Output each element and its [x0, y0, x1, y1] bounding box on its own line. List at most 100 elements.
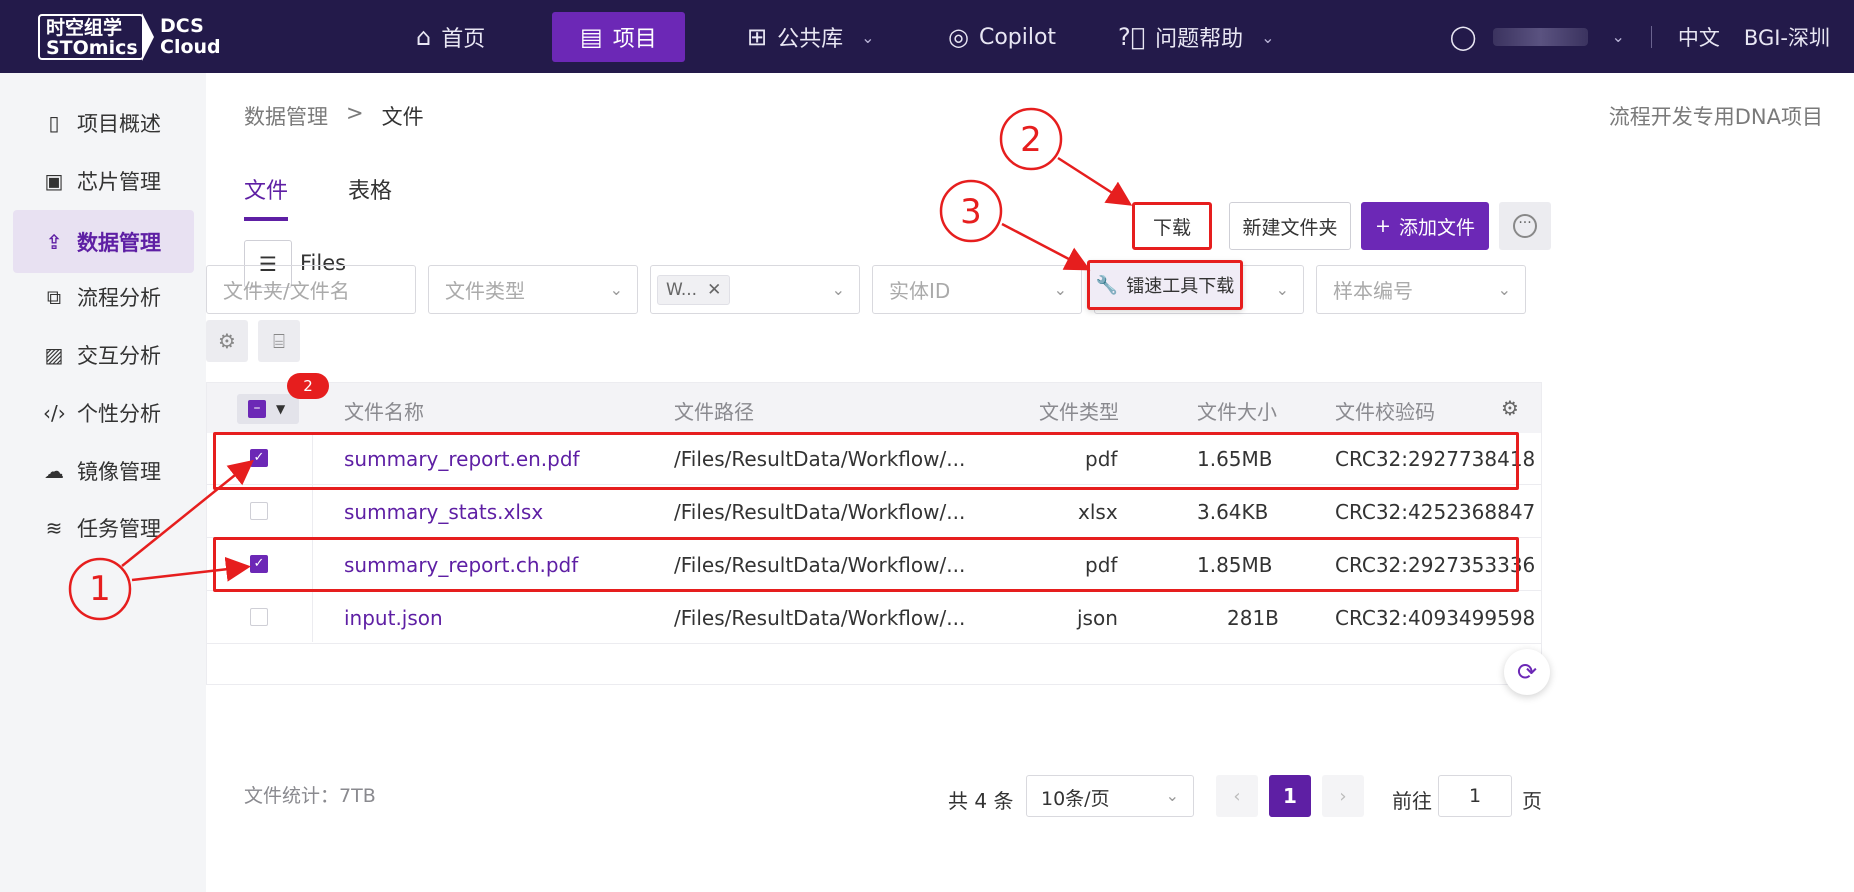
- row-checkbox[interactable]: ✓: [250, 449, 268, 467]
- accel-download-menu-item[interactable]: 🔧 镭速工具下载: [1087, 260, 1243, 310]
- file-name-link[interactable]: summary_report.ch.pdf: [344, 553, 578, 577]
- settings-filter-button[interactable]: ⚙: [206, 320, 248, 362]
- copilot-icon: ◎: [948, 23, 969, 51]
- username-blurred[interactable]: [1492, 27, 1588, 46]
- file-checksum: CRC32:4252368847: [1335, 500, 1536, 524]
- file-name-link[interactable]: summary_report.en.pdf: [344, 447, 580, 471]
- file-size: 281B: [1227, 606, 1279, 630]
- filter-name-input[interactable]: 文件夹/文件名: [206, 265, 416, 314]
- file-stats: 文件统计：7TB: [244, 785, 376, 807]
- goto-page-input[interactable]: 1: [1438, 775, 1512, 817]
- more-options-button[interactable]: ···: [1499, 202, 1551, 250]
- sidebar-item-image[interactable]: ☁ 镜像管理: [13, 439, 194, 502]
- prev-page-button[interactable]: ‹: [1216, 775, 1258, 817]
- download-button[interactable]: 下载: [1132, 202, 1212, 250]
- clear-filter-button[interactable]: ⌸: [258, 320, 300, 362]
- logo-arrow: [142, 13, 154, 61]
- file-path: /Files/ResultData/Workflow/...: [674, 447, 966, 471]
- user-avatar-icon[interactable]: ◯: [1450, 23, 1477, 51]
- col-header-size[interactable]: 文件大小: [1197, 396, 1277, 425]
- logo-dcs: DCS: [160, 15, 204, 37]
- col-header-type[interactable]: 文件类型: [1039, 396, 1119, 425]
- filter-entity-select[interactable]: 实体ID ⌄: [872, 265, 1082, 314]
- sidebar-item-label: 任务管理: [77, 516, 161, 541]
- sidebar-item-label: 交互分析: [77, 343, 161, 368]
- sidebar-item-data[interactable]: ⇪ 数据管理: [13, 210, 194, 273]
- select-all-control[interactable]: – ▼: [237, 394, 299, 424]
- sidebar-item-task[interactable]: ≋ 任务管理: [13, 496, 194, 559]
- sidebar-item-interactive[interactable]: ▨ 交互分析: [13, 323, 194, 386]
- table-row[interactable]: ✓ summary_report.ch.pdf /Files/ResultDat…: [207, 539, 1541, 591]
- chevron-down-icon: ⌄: [609, 280, 623, 299]
- refresh-icon: ⟳: [1516, 658, 1538, 686]
- breadcrumb: 数据管理 > 文件: [244, 101, 424, 131]
- nav-copilot[interactable]: ◎ Copilot: [948, 12, 1056, 62]
- table-row[interactable]: input.json /Files/ResultData/Workflow/..…: [207, 592, 1541, 644]
- nav-help[interactable]: ?⃝ 问题帮助 ⌄: [1118, 12, 1275, 62]
- docker-icon: ☁: [44, 458, 64, 483]
- filter-sample-select[interactable]: 样本编号 ⌄: [1316, 265, 1526, 314]
- tab-files[interactable]: 文件: [244, 173, 289, 221]
- add-file-button[interactable]: + 添加文件: [1361, 202, 1489, 250]
- breadcrumb-separator: >: [346, 101, 364, 125]
- region-switch[interactable]: BGI-深圳: [1744, 22, 1830, 52]
- language-switch[interactable]: 中文: [1678, 22, 1720, 52]
- col-header-path[interactable]: 文件路径: [674, 396, 754, 425]
- pagination-total: 共 4 条: [948, 789, 1014, 813]
- grid-icon: ⊞: [747, 23, 768, 51]
- logo-line1: 时空组学: [46, 17, 123, 39]
- indeterminate-checkbox[interactable]: –: [248, 400, 266, 418]
- filter-name-placeholder: 文件夹/文件名: [223, 279, 350, 303]
- col-header-name[interactable]: 文件名称: [344, 396, 424, 425]
- refresh-button[interactable]: ⟳: [1504, 649, 1550, 695]
- nav-project[interactable]: ▤ 项目: [552, 12, 685, 62]
- close-icon[interactable]: ✕: [707, 280, 721, 300]
- file-name-link[interactable]: summary_stats.xlsx: [344, 500, 543, 524]
- table-row[interactable]: summary_stats.xlsx /Files/ResultData/Wor…: [207, 486, 1541, 538]
- sidebar-item-flow[interactable]: ⧉ 流程分析: [13, 265, 194, 328]
- file-text-icon: ▯: [48, 110, 60, 135]
- table-header: – ▼ 2 文件名称 文件路径 文件类型 文件大小 文件校验码 ⚙: [207, 373, 1541, 433]
- filter-tag-select[interactable]: W... ✕ ⌄: [650, 265, 860, 314]
- row-checkbox[interactable]: [250, 502, 268, 520]
- tab-tables[interactable]: 表格: [348, 173, 392, 221]
- logo[interactable]: 时空组学 STOmics DCS Cloud: [38, 13, 221, 61]
- breadcrumb-parent[interactable]: 数据管理: [244, 101, 328, 131]
- new-folder-button[interactable]: 新建文件夹: [1229, 202, 1351, 250]
- document-icon: ▤: [580, 23, 603, 51]
- file-checksum: CRC32:2927353336: [1335, 553, 1536, 577]
- file-name-link[interactable]: input.json: [344, 606, 443, 630]
- sidebar-item-label: 个性分析: [77, 401, 161, 426]
- nav-public-library[interactable]: ⊞ 公共库 ⌄: [747, 12, 875, 62]
- goto-page-suffix: 页: [1522, 789, 1542, 813]
- col-header-checksum[interactable]: 文件校验码: [1335, 396, 1435, 425]
- file-type: pdf: [1085, 553, 1118, 577]
- sidebar-item-label: 镜像管理: [77, 459, 161, 484]
- image-icon: ▨: [44, 342, 64, 367]
- broom-icon: ⌸: [273, 329, 285, 353]
- file-size: 1.65MB: [1197, 447, 1273, 471]
- page-size-select[interactable]: 10条/页 ⌄: [1026, 775, 1194, 817]
- nav-home[interactable]: ⌂ 首页: [416, 12, 485, 62]
- logo-line2: STOmics: [46, 37, 138, 59]
- file-table: – ▼ 2 文件名称 文件路径 文件类型 文件大小 文件校验码 ⚙ ✓ summ…: [206, 373, 1542, 685]
- sidebar-item-chip[interactable]: ▣ 芯片管理: [13, 149, 194, 212]
- caret-down-icon[interactable]: ▼: [276, 402, 285, 416]
- new-folder-label: 新建文件夹: [1242, 216, 1338, 239]
- column-settings-icon[interactable]: ⚙: [1501, 396, 1519, 420]
- table-row[interactable]: ✓ summary_report.en.pdf /Files/ResultDat…: [207, 433, 1541, 485]
- main-content: 数据管理 > 文件 流程开发专用DNA项目 文件 表格 ☰ Files 下载 新…: [206, 73, 1854, 892]
- chevron-down-icon: ⌄: [1261, 27, 1275, 47]
- selected-tag: W... ✕: [657, 274, 731, 305]
- sidebar-item-overview[interactable]: ▯ 项目概述: [13, 91, 194, 154]
- project-name: 流程开发专用DNA项目: [1608, 105, 1823, 129]
- row-checkbox[interactable]: ✓: [250, 555, 268, 573]
- row-checkbox[interactable]: [250, 608, 268, 626]
- layers-icon: ≋: [45, 515, 63, 540]
- filter-type-select[interactable]: 文件类型 ⌄: [428, 265, 638, 314]
- sidebar-item-custom[interactable]: ‹/› 个性分析: [13, 381, 194, 444]
- chevron-down-icon[interactable]: ⌄: [1612, 27, 1625, 46]
- home-icon: ⌂: [416, 23, 432, 51]
- next-page-button[interactable]: ›: [1322, 775, 1364, 817]
- page-number-button[interactable]: 1: [1269, 775, 1311, 817]
